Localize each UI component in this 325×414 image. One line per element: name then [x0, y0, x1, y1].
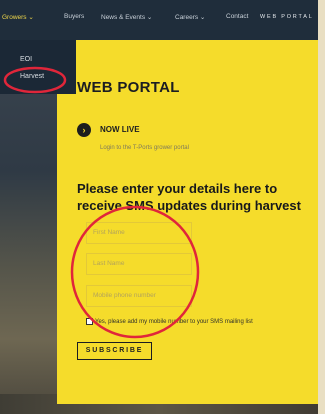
- growers-dropdown-menu: EOI Harvest: [0, 40, 76, 94]
- consent-row: Yes, please add my mobile number to your…: [86, 318, 316, 325]
- dropdown-item-harvest[interactable]: Harvest: [20, 73, 44, 80]
- now-live-subtext[interactable]: Login to the T-Ports grower portal: [100, 145, 189, 151]
- nav-news-events[interactable]: News & Events ⌄: [101, 13, 152, 21]
- nav-contact[interactable]: Contact: [226, 13, 248, 20]
- page-stage: Growers ⌄ Buyers News & Events ⌄ Careers…: [0, 0, 318, 414]
- dropdown-item-eoi[interactable]: EOI: [20, 56, 32, 63]
- sms-heading: Please enter your details here to receiv…: [77, 181, 301, 213]
- nav-growers[interactable]: Growers ⌄: [2, 13, 34, 21]
- first-name-field[interactable]: First Name: [86, 222, 192, 244]
- top-navigation: Growers ⌄ Buyers News & Events ⌄ Careers…: [0, 0, 318, 40]
- last-name-field[interactable]: Last Name: [86, 253, 192, 275]
- consent-checkbox[interactable]: [86, 318, 93, 325]
- nav-careers[interactable]: Careers ⌄: [175, 13, 205, 21]
- panel-title: WEB PORTAL: [77, 79, 180, 96]
- nav-buyers[interactable]: Buyers: [64, 13, 84, 20]
- now-live-label[interactable]: NOW LIVE: [100, 125, 140, 134]
- nav-web-portal[interactable]: WEB PORTAL: [260, 14, 314, 20]
- mobile-phone-field[interactable]: Mobile phone number: [86, 285, 192, 307]
- consent-label: Yes, please add my mobile number to your…: [95, 319, 253, 326]
- subscribe-button[interactable]: SUBSCRIBE: [77, 342, 152, 360]
- arrow-right-icon[interactable]: ›: [77, 123, 91, 137]
- background-image: [0, 40, 60, 414]
